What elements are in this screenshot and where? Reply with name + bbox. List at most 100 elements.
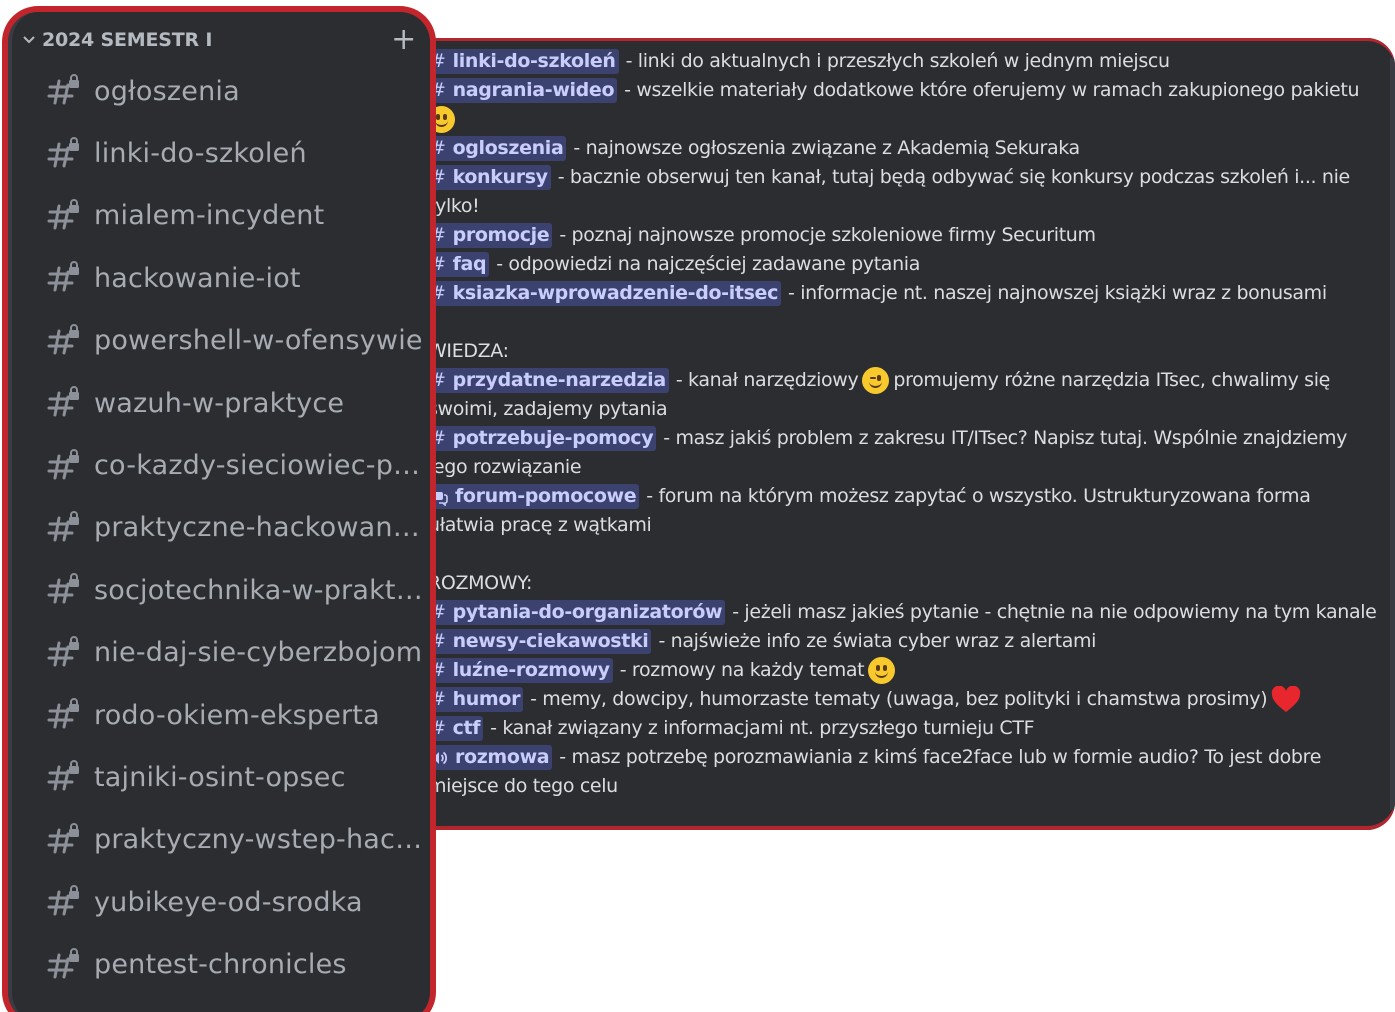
channel-mention[interactable]: # newsy-ciekawostki: [428, 629, 652, 654]
message-text: miejsce do tego celu: [428, 775, 618, 797]
section-heading: ROZMOWY:: [428, 572, 532, 594]
channel-mention[interactable]: forum-pomocowe: [428, 484, 640, 509]
message-line: # promocje - poznaj najnowsze promocje sz…: [428, 221, 1345, 250]
hash-icon: #: [430, 137, 446, 159]
channel-mention[interactable]: # promocje: [428, 223, 553, 248]
message-text: - wszelkie materiały dodatkowe które ofe…: [624, 79, 1360, 101]
channel-mention-label: potrzebuje-pomocy: [452, 427, 654, 449]
message-line: # linki-do-szkoleń - linki do aktualnych …: [428, 47, 1345, 76]
section-heading: WIEDZA:: [428, 340, 509, 362]
hashtag-lock-icon: [47, 386, 79, 417]
sidebar-channel-item[interactable]: tajniki-osint-opsec: [46, 746, 430, 808]
message-line: # luźne-rozmowy - rozmowy na każdy temat: [428, 656, 1345, 685]
message-text: - kanał narzędziowy: [675, 369, 859, 391]
channel-mention-label: ctf: [452, 717, 481, 739]
hashtag-lock-icon: [47, 947, 79, 979]
message-line: forum-pomocowe - forum na którym możesz …: [428, 482, 1345, 511]
channel-mention[interactable]: # luźne-rozmowy: [428, 658, 613, 683]
channel-mention-label: newsy-ciekawostki: [452, 630, 649, 652]
channel-mention-label: promocje: [452, 224, 550, 246]
channel-mention-label: forum-pomocowe: [455, 485, 637, 507]
channel-mention[interactable]: rozmowa: [428, 745, 553, 770]
channel-mention[interactable]: # przydatne-narzedzia: [428, 368, 669, 393]
channel-mention[interactable]: # ogloszenia: [428, 136, 567, 161]
channel-mention[interactable]: # humor: [428, 687, 524, 712]
hashtag-lock-icon: [47, 885, 79, 916]
hashtag-lock-icon: [47, 635, 79, 667]
hash-icon: #: [430, 369, 446, 391]
sidebar-channel-label: powershell-w-ofensywie: [94, 325, 423, 357]
category-header[interactable]: 2024 SEMESTR I +: [22, 25, 416, 55]
message-line: jego rozwiązanie: [428, 453, 1345, 482]
sidebar-channel-item[interactable]: praktyczne-hackowanie...: [46, 497, 430, 559]
sidebar-channel-item[interactable]: co-kazdy-sieciowiec-po...: [46, 434, 430, 496]
sidebar-channel-label: praktyczne-hackowanie...: [94, 512, 426, 544]
hashtag-lock-icon: [47, 261, 79, 292]
sidebar-channel-item[interactable]: ogłoszenia: [46, 60, 430, 122]
channel-mention-label: rozmowa: [455, 746, 550, 768]
channel-mention-label: ogloszenia: [452, 137, 564, 159]
channel-mention[interactable]: # pytania-do-organizatorów: [428, 600, 726, 625]
message-text: - kanał związany z informacjami nt. przy…: [490, 717, 1035, 739]
add-channel-button[interactable]: +: [391, 25, 416, 55]
message-text: - masz potrzebę porozmawiania z kimś fac…: [559, 746, 1322, 768]
sidebar-channel-item[interactable]: nie-daj-sie-cyberzbojom: [46, 622, 430, 684]
smiling-face-emoji: [868, 657, 896, 684]
sidebar-channel-item[interactable]: wazuh-w-praktyce: [46, 372, 430, 434]
channel-mention[interactable]: # konkursy: [428, 165, 551, 190]
sidebar-channel-label: socjotechnika-w-praktyce: [94, 574, 426, 606]
channel-mention[interactable]: # ksiazka-wprowadzenie-do-itsec: [428, 281, 782, 306]
channel-mention-label: pytania-do-organizatorów: [452, 601, 723, 623]
message-line: miejsce do tego celu: [428, 772, 1345, 801]
sidebar-channel-item[interactable]: hackowanie-iot: [46, 247, 430, 309]
channel-guide-message: # linki-do-szkoleń - linki do aktualnych …: [428, 47, 1377, 801]
hashtag-lock-icon: [47, 74, 79, 105]
message-text: - linki do aktualnych i przeszłych szkol…: [625, 50, 1170, 72]
sidebar-channel-item[interactable]: praktyczny-wstep-hack...: [46, 809, 430, 871]
winking-face-emoji: [862, 367, 890, 394]
message-text: - najświeże info ze świata cyber wraz z …: [658, 630, 1097, 652]
sidebar-channel-label: co-kazdy-sieciowiec-po...: [94, 450, 426, 482]
hashtag-lock-icon: [47, 510, 79, 542]
hashtag-lock-icon: [47, 199, 79, 230]
sidebar-channel-item[interactable]: mialem-incydent: [46, 185, 430, 247]
sidebar-channel-item[interactable]: socjotechnika-w-praktyce: [46, 559, 430, 621]
message-text: swoimi, zadajemy pytania: [428, 398, 668, 420]
channel-mention[interactable]: # linki-do-szkoleń: [428, 49, 619, 74]
channel-list: ogłoszenia linki-do-szkoleń mialem-incyden…: [46, 60, 430, 996]
message-text: - poznaj najnowsze promocje szkoleniowe …: [559, 224, 1096, 246]
sidebar-channel-item[interactable]: powershell-w-ofensywie: [46, 310, 430, 372]
hash-icon: #: [430, 688, 446, 710]
sidebar-channel-item[interactable]: pentest-chronicles: [46, 933, 430, 995]
channel-mention-label: faq: [452, 253, 487, 275]
message-text: - odpowiedzi na najczęściej zadawane pyt…: [496, 253, 921, 275]
channel-mention[interactable]: # ctf: [428, 716, 484, 741]
message-line: # ksiazka-wprowadzenie-do-itsec - informa…: [428, 279, 1345, 308]
sidebar-channel-label: praktyczny-wstep-hack...: [94, 824, 426, 856]
message-text: - informacje nt. naszej najnowszej książ…: [788, 282, 1327, 304]
channel-mention[interactable]: # potrzebuje-pomocy: [428, 426, 657, 451]
hashtag-lock-icon: [47, 822, 79, 854]
message-text: jego rozwiązanie: [428, 456, 582, 478]
chevron-down-icon[interactable]: [22, 33, 36, 47]
message-text: - rozmowy na każdy temat: [619, 659, 865, 681]
channel-mention-label: humor: [452, 688, 521, 710]
hash-icon: #: [430, 601, 446, 623]
channel-mention-label: konkursy: [452, 166, 548, 188]
channel-mention[interactable]: # nagrania-wideo: [428, 78, 618, 103]
message-line: # faq - odpowiedzi na najczęściej zadawan…: [428, 250, 1345, 279]
sidebar-channel-item[interactable]: rodo-okiem-eksperta: [46, 684, 430, 746]
message-line: [428, 105, 1345, 134]
sidebar-channel-item[interactable]: yubikeye-od-srodka: [46, 871, 430, 933]
sidebar-channel-label: linki-do-szkoleń: [94, 138, 307, 170]
message-panel: # linki-do-szkoleń - linki do aktualnych …: [330, 38, 1395, 830]
message-line: # newsy-ciekawostki - najświeże info ze ś…: [428, 627, 1345, 656]
sidebar-channel-item[interactable]: linki-do-szkoleń: [46, 122, 430, 184]
message-text: - memy, dowcipy, humorzaste tematy (uwag…: [530, 688, 1268, 710]
channel-mention[interactable]: # faq: [428, 252, 490, 277]
smiling-face-emoji: [428, 106, 455, 133]
message-line: # przydatne-narzedzia - kanał narzędziowy…: [428, 366, 1345, 395]
hash-icon: #: [430, 630, 446, 652]
message-line: WIEDZA:: [428, 337, 1345, 366]
message-line: rozmowa - masz potrzebę porozmawiania z …: [428, 743, 1345, 772]
